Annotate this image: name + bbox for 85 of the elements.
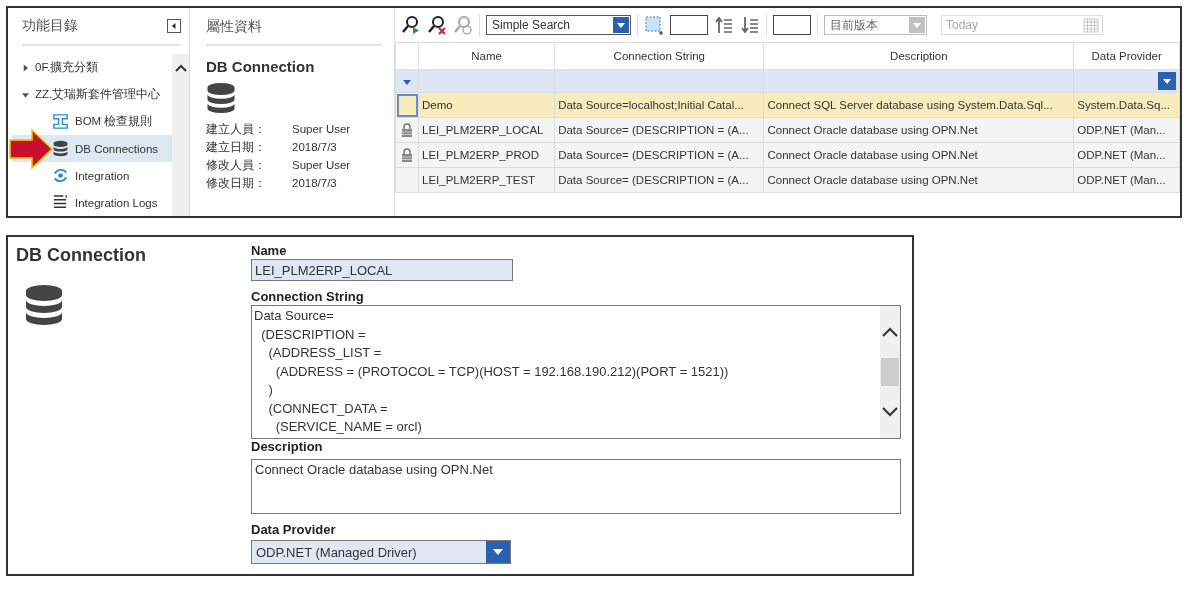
tree-item[interactable]: 0F.擴充分類: [22, 54, 172, 81]
field-label: Connection String: [251, 289, 365, 305]
caret-icon[interactable]: [403, 80, 411, 85]
chevron-down-icon[interactable]: [882, 407, 898, 417]
panel-title: 屬性資料: [206, 8, 382, 46]
field-label: Description: [251, 439, 324, 455]
column-header[interactable]: Name: [418, 42, 555, 70]
table-cell: ODP.NET (Man...: [1073, 167, 1180, 193]
text-line: (ADDRESS = (PROTOCOL = TCP)(HOST = 192.168.190.212)(PORT = 1521)): [274, 362, 730, 381]
field-label: 修改日期：: [206, 176, 267, 191]
connection-string-field[interactable]: Data Source= (DESCRIPTION = (ADDRESS_LIST = (ADDRESS = (PROTOCOL = TCP)(HOST = 192.168.190.212)(PORT = 1521)) ) (CONNECT_DATA = (SERVICE_NAME = orcl): [251, 305, 901, 439]
search-mode-dropdown[interactable]: Simple Search: [486, 15, 631, 35]
field-value: Super User: [292, 122, 352, 137]
table-cell: ODP.NET (Man...: [1073, 142, 1180, 168]
table-cell: LEI_PLM2ERP_LOCAL: [418, 117, 555, 143]
column-header[interactable]: Description: [763, 42, 1074, 70]
tree-item[interactable]: ZZ.艾瑞斯套件管理中心: [22, 81, 172, 108]
data-provider-dropdown[interactable]: ODP.NET (Managed Driver): [251, 540, 511, 564]
bracket-icon: [52, 113, 69, 130]
table-cell: Data Source=localhost;Initial Catal...: [554, 92, 764, 118]
caret-icon: [617, 22, 625, 28]
input-field[interactable]: [773, 15, 811, 35]
record-title: DB Connection: [206, 58, 316, 75]
collapse-button[interactable]: [167, 19, 181, 33]
column-header[interactable]: Connection String: [554, 42, 764, 70]
table-cell: LEI_PLM2ERP_TEST: [418, 167, 555, 193]
caret-icon: [913, 22, 921, 28]
table-cell: Data Source= (DESCRIPTION = (A...: [554, 117, 764, 143]
chevron-up-icon[interactable]: [882, 327, 898, 337]
field-value: 2018/7/3: [292, 140, 338, 155]
form-title: DB Connection: [16, 245, 147, 266]
field-label: 建立日期：: [206, 140, 267, 155]
search-clear-icon[interactable]: [427, 15, 447, 35]
text-line: Data Source=: [254, 307, 335, 325]
table-cell: Connect Oracle database using OPN.Net: [763, 142, 1074, 168]
search-play-icon[interactable]: [401, 15, 421, 35]
table-cell: LEI_PLM2ERP_PROD: [418, 142, 555, 168]
field-label: 修改人員：: [206, 158, 267, 173]
collapsed-caret-icon[interactable]: [22, 63, 29, 72]
callout-arrow-icon: [9, 129, 53, 169]
table-cell: Data Source= (DESCRIPTION = (A...: [554, 142, 764, 168]
tree-item[interactable]: Integration Logs: [12, 189, 172, 216]
sort-ascending-icon[interactable]: [714, 15, 734, 35]
scrollbar[interactable]: [880, 306, 900, 438]
text-line: ): [267, 381, 274, 399]
field-value: Super User: [292, 158, 352, 173]
text-line: (ADDRESS_LIST =: [267, 344, 383, 362]
scrollbar-thumb[interactable]: [881, 358, 899, 386]
filter-cell[interactable]: [763, 69, 1074, 93]
table-cell: ODP.NET (Man...: [1073, 117, 1180, 143]
tree-item[interactable]: Integration: [12, 162, 172, 189]
list-lines-icon: [52, 194, 69, 211]
tree-item[interactable]: BOM 檢查規則: [12, 108, 172, 135]
select-area-icon[interactable]: [644, 15, 664, 35]
text-line: (SERVICE_NAME = orcl): [274, 418, 423, 436]
filter-row-cell[interactable]: [395, 69, 419, 93]
caret-icon: [171, 23, 177, 29]
table-cell: Data Source= (DESCRIPTION = (A...: [554, 167, 764, 193]
table-cell: Connect Oracle database using OPN.Net: [763, 167, 1074, 193]
filter-cell[interactable]: [418, 69, 555, 93]
table-cell: Connect SQL Server database using System.Data.Sql...: [763, 92, 1074, 118]
sync-circle-icon: [52, 167, 69, 184]
text-line: (CONNECT_DATA =: [267, 399, 389, 418]
sidebar-title: 功能目錄: [22, 17, 78, 35]
caret-icon: [493, 549, 503, 555]
caret-icon: [1163, 78, 1171, 84]
field-label: Name: [251, 243, 288, 259]
field-label: 建立人員：: [206, 122, 267, 137]
table-cell: System.Data.Sq...: [1073, 92, 1180, 118]
expanded-caret-icon[interactable]: [22, 90, 29, 99]
table-cell: Demo: [418, 92, 555, 118]
column-header[interactable]: Data Provider: [1073, 42, 1180, 70]
scrollbar[interactable]: [172, 54, 189, 216]
table-cell: Connect Oracle database using OPN.Net: [763, 117, 1074, 143]
input-field[interactable]: [670, 15, 708, 35]
sort-descending-icon[interactable]: [740, 15, 760, 35]
filter-cell[interactable]: [554, 69, 764, 93]
chevron-up-icon[interactable]: [174, 64, 187, 72]
field-value: 2018/7/3: [292, 176, 338, 191]
database-icon: [206, 81, 236, 115]
description-field[interactable]: Connect Oracle database using OPN.Net: [251, 459, 901, 514]
database-icon: [52, 140, 69, 157]
name-field[interactable]: LEI_PLM2ERP_LOCAL: [251, 259, 513, 281]
text-line: (DESCRIPTION =: [260, 325, 367, 344]
field-label: Data Provider: [251, 522, 337, 538]
